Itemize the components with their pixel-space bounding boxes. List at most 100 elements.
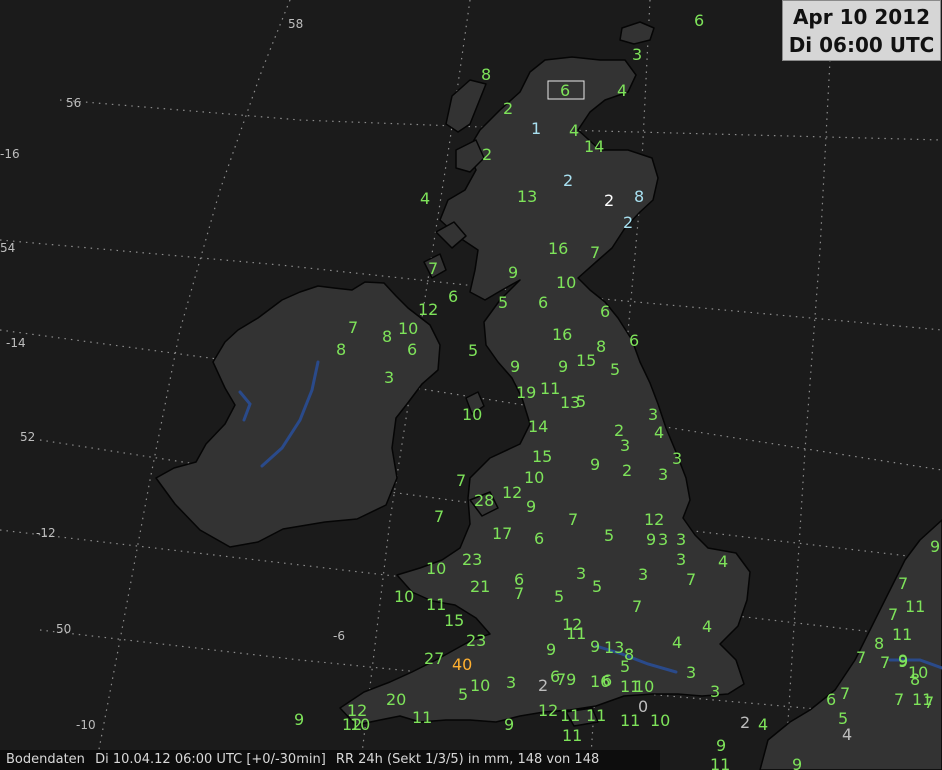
station-value: 8 — [382, 327, 392, 346]
station-value: 2 — [604, 191, 614, 210]
station-value: 21 — [470, 577, 490, 596]
station-value: 5 — [554, 587, 564, 606]
station-value: 7 — [686, 570, 696, 589]
station-value: 9 — [590, 455, 600, 474]
station-value: 13 — [517, 187, 537, 206]
station-value: 6 — [538, 293, 548, 312]
station-value: 6 — [534, 529, 544, 548]
station-value: 2 — [740, 713, 750, 732]
station-value: 11 — [560, 706, 580, 725]
grid-label: 54 — [0, 241, 15, 255]
station-value: 4 — [718, 552, 728, 571]
station-value: 11 — [905, 597, 925, 616]
station-value: 10 — [650, 711, 670, 730]
station-value: 10 — [556, 273, 576, 292]
station-value: 10 — [426, 559, 446, 578]
station-value: 7 — [888, 605, 898, 624]
grid-label: 56 — [66, 96, 81, 110]
station-value: 8 — [481, 65, 491, 84]
weather-map: 58 56 -16 54 -14 52 -12 50 -10 -6 6386 42… — [0, 0, 942, 770]
station-value: 9 — [792, 755, 802, 770]
station-value: 4 — [654, 423, 664, 442]
station-value: 19 — [516, 383, 536, 402]
station-value: 12 — [538, 701, 558, 720]
grid-label: 50 — [56, 622, 71, 636]
station-value: 7 — [348, 318, 358, 337]
station-value: 7 — [632, 597, 642, 616]
grid-label: -14 — [6, 336, 26, 350]
footer-parameter: RR 24h (Sekt 1/3/5) in mm, 148 von 148 — [335, 752, 600, 767]
station-value: 2 — [623, 213, 633, 232]
station-value: 5 — [620, 657, 630, 676]
station-value: 7 — [590, 243, 600, 262]
station-value: 2 — [538, 676, 548, 695]
station-value: 5 — [468, 341, 478, 360]
station-value: 12 — [644, 510, 664, 529]
station-value: 3 — [676, 530, 686, 549]
station-value: 6 — [560, 81, 570, 100]
grid-label: 52 — [20, 430, 35, 444]
grid-label: -12 — [36, 526, 56, 540]
station-value: 0 — [638, 697, 648, 716]
station-value: 17 — [492, 524, 512, 543]
station-value: 10 — [462, 405, 482, 424]
footer-source: Bodendaten — [6, 752, 85, 767]
station-value: 16 — [548, 239, 568, 258]
station-value: 15 — [576, 351, 596, 370]
station-value: 11 — [586, 706, 606, 725]
station-value: 6 — [602, 671, 612, 690]
date-label: Apr 10 2012 — [792, 5, 931, 29]
grid-label: 58 — [288, 17, 303, 31]
station-value: 3 — [648, 405, 658, 424]
station-value: 4 — [569, 121, 579, 140]
station-value: 23 — [466, 631, 486, 650]
station-value: 4 — [702, 617, 712, 636]
station-value: 11 — [540, 379, 560, 398]
station-value: 1 — [531, 119, 541, 138]
station-value: 5 — [498, 293, 508, 312]
station-value: 9 — [508, 263, 518, 282]
station-value: 3 — [672, 449, 682, 468]
station-value: 7 — [434, 507, 444, 526]
station-value: 5 — [458, 685, 468, 704]
station-value: 9 — [294, 710, 304, 729]
station-value: 3 — [632, 45, 642, 64]
station-value: 9 — [930, 537, 940, 556]
station-value: 4 — [617, 81, 627, 100]
station-value: 9 — [526, 497, 536, 516]
station-value: 6 — [407, 340, 417, 359]
station-value: 5 — [604, 526, 614, 545]
station-value: 6 — [600, 302, 610, 321]
station-value: 8 — [634, 187, 644, 206]
station-value: 8 — [596, 337, 606, 356]
station-value: 11 — [710, 755, 730, 770]
station-value: 2 — [563, 171, 573, 190]
station-value: 7 — [840, 684, 850, 703]
station-value: 6 — [448, 287, 458, 306]
status-footer: Bodendaten Di 10.04.12 06:00 UTC [+0/-30… — [0, 750, 660, 770]
station-value: 5 — [592, 577, 602, 596]
station-value: 15 — [532, 447, 552, 466]
station-value: 13 — [604, 638, 624, 657]
station-value: 2 — [482, 145, 492, 164]
station-value: 16 — [552, 325, 572, 344]
station-value: 2 — [622, 461, 632, 480]
grid-label: -16 — [0, 147, 20, 161]
station-value: 4 — [420, 189, 430, 208]
station-value: 9 — [510, 357, 520, 376]
station-value: 3 — [620, 436, 630, 455]
station-value: 7 — [456, 471, 466, 490]
station-value: 3 — [658, 530, 668, 549]
station-value: 11 — [412, 708, 432, 727]
station-value: 10 — [350, 715, 370, 734]
station-value: 7 — [568, 510, 578, 529]
station-value: 9 — [504, 715, 514, 734]
station-value: 11 — [562, 726, 582, 745]
station-value: 7 — [880, 653, 890, 672]
station-value: 3 — [638, 565, 648, 584]
station-value: 7 — [856, 648, 866, 667]
grid-label: -10 — [76, 718, 96, 732]
station-value: 79 — [556, 670, 576, 689]
station-value: 10 — [394, 587, 414, 606]
station-value: 7 — [924, 693, 934, 712]
